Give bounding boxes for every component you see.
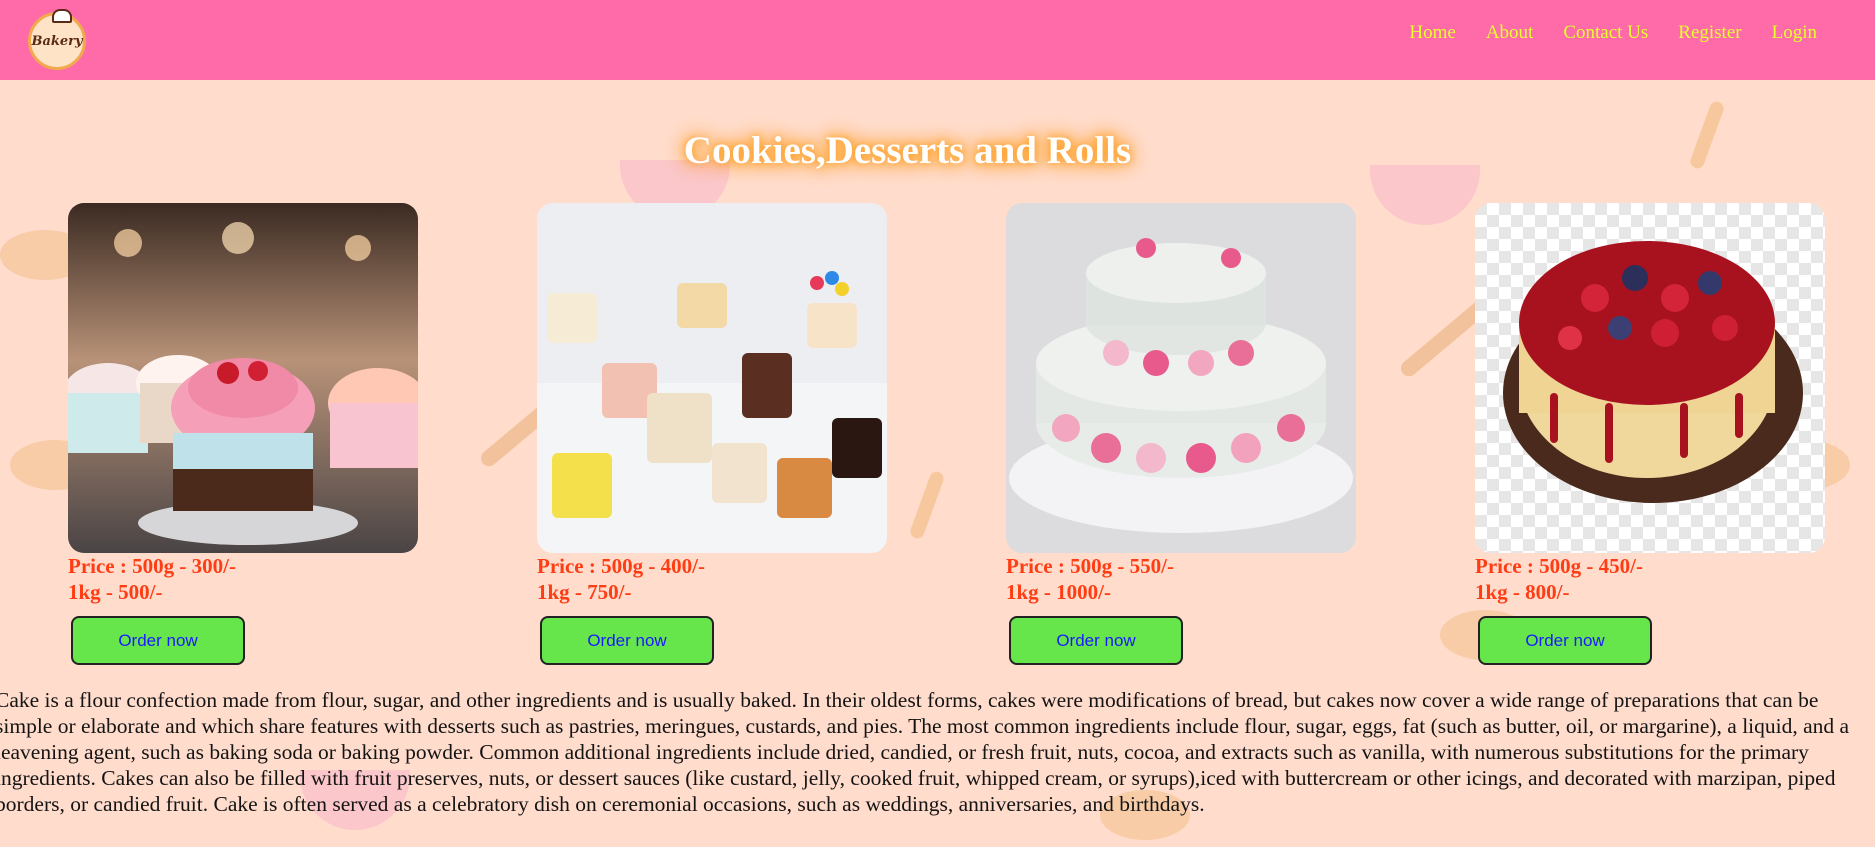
- cupcakes-image: [68, 203, 418, 553]
- order-now-button[interactable]: Order now: [1009, 616, 1183, 665]
- nav-login-link[interactable]: Login: [1772, 22, 1817, 44]
- price-line: Price : 500g - 300/-: [68, 554, 236, 578]
- nav-contact-link[interactable]: Contact Us: [1563, 22, 1648, 44]
- assorted-cakes-image: [537, 203, 887, 553]
- main-nav: Home About Contact Us Register Login: [1379, 22, 1817, 44]
- price-line: 1kg - 500/-: [68, 580, 163, 604]
- order-now-button[interactable]: Order now: [540, 616, 714, 665]
- price-line: Price : 500g - 550/-: [1006, 554, 1174, 578]
- price-line: 1kg - 800/-: [1475, 580, 1570, 604]
- rose-cake-image: [1006, 203, 1356, 553]
- price-line: 1kg - 750/-: [537, 580, 632, 604]
- order-now-button[interactable]: Order now: [1478, 616, 1652, 665]
- product-card: Price : 500g - 550/- 1kg - 1000/- Order …: [1006, 203, 1356, 665]
- background-wheat-decoration: [908, 469, 946, 541]
- bakery-logo[interactable]: Bakery: [28, 9, 86, 70]
- price-line: 1kg - 1000/-: [1006, 580, 1111, 604]
- price-line: Price : 500g - 400/-: [537, 554, 705, 578]
- navbar: Bakery Home About Contact Us Register Lo…: [0, 0, 1875, 80]
- berry-cheesecake-image: [1475, 203, 1825, 553]
- cake-description: Cake is a flour confection made from flo…: [0, 688, 1850, 816]
- product-card: Price : 500g - 400/- 1kg - 750/- Order n…: [537, 203, 887, 665]
- logo-text: Bakery: [31, 33, 83, 49]
- nav-home-link[interactable]: Home: [1409, 22, 1455, 44]
- price-line: Price : 500g - 450/-: [1475, 554, 1643, 578]
- product-card: Price : 500g - 450/- 1kg - 800/- Order n…: [1475, 203, 1825, 665]
- nav-about-link[interactable]: About: [1486, 22, 1534, 44]
- order-now-button[interactable]: Order now: [71, 616, 245, 665]
- page-title: Cookies,Desserts and Rolls: [683, 129, 1132, 172]
- product-card: Price : 500g - 300/- 1kg - 500/- Order n…: [68, 203, 418, 665]
- background-bowl-decoration: [1370, 165, 1480, 225]
- nav-register-link[interactable]: Register: [1678, 22, 1741, 44]
